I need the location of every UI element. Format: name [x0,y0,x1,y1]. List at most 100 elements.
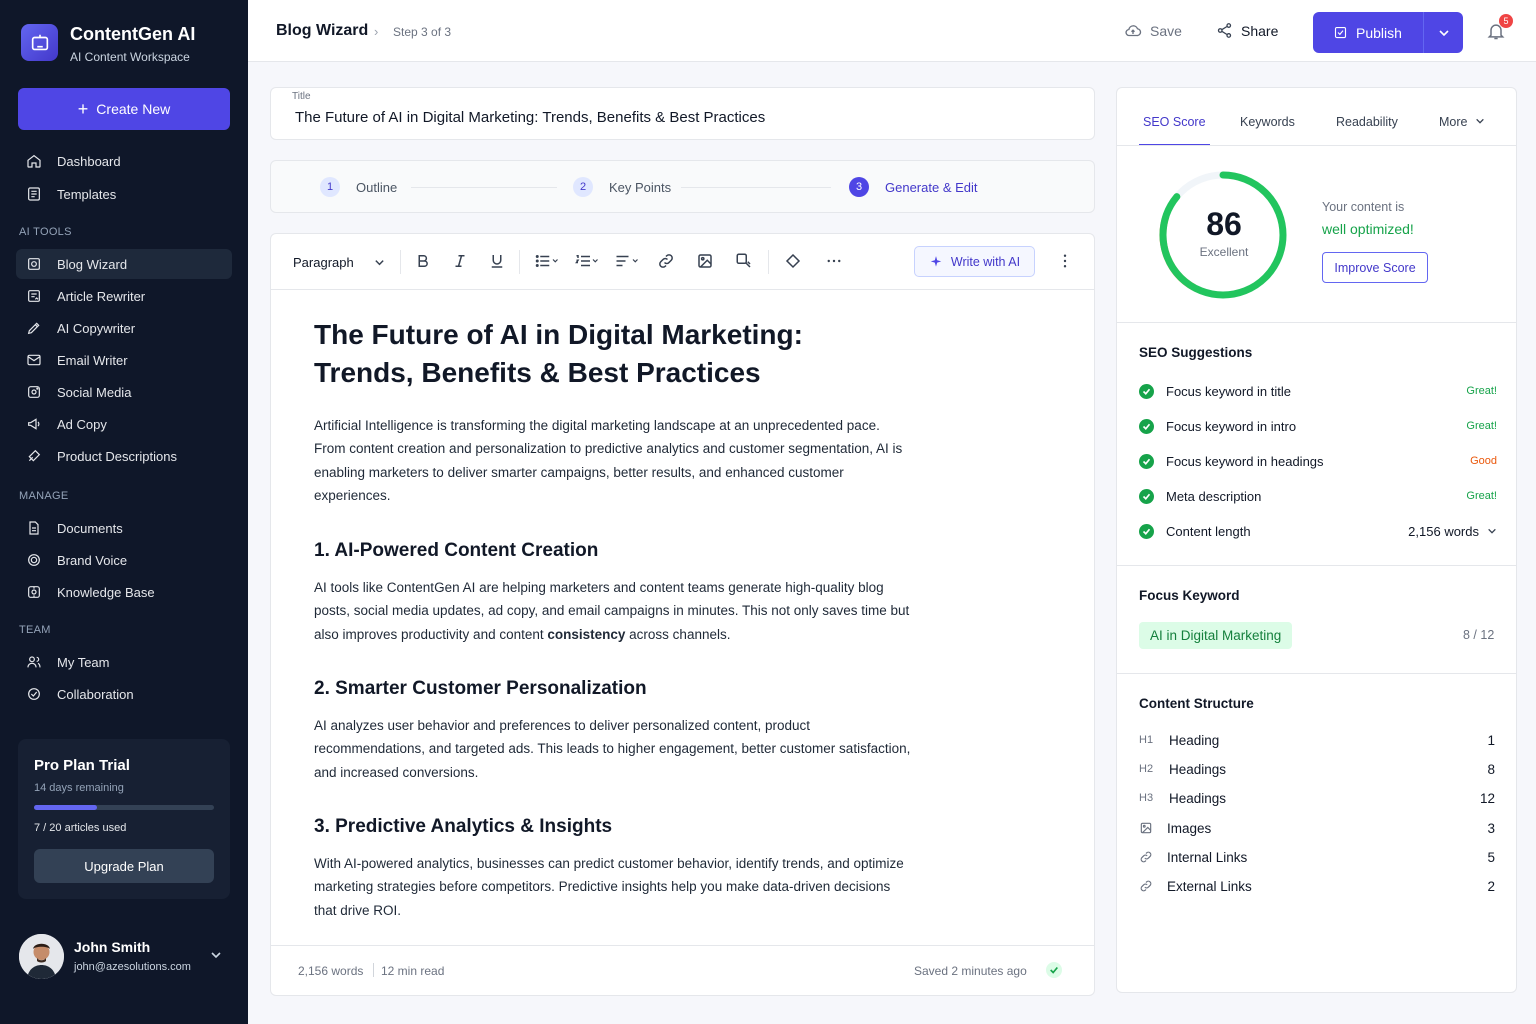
document-intro[interactable]: Artificial Intelligence is transforming … [314,414,914,508]
sidebar-item-collaboration[interactable]: Collaboration [16,679,232,709]
suggestion-item: Focus keyword in intro Great! [1139,416,1497,436]
sidebar-item-email-writer[interactable]: Email Writer [16,345,232,375]
suggestion-label: Focus keyword in intro [1166,418,1297,434]
more-vertical-icon[interactable] [1056,252,1074,275]
section-heading-1[interactable]: 1. AI-Powered Content Creation [314,540,598,562]
sidebar-item-dashboard[interactable]: Dashboard [16,146,232,176]
structure-label: Internal Links [1167,849,1248,865]
sidebar-item-documents[interactable]: Documents [16,513,232,543]
link-icon [1139,850,1167,864]
link-icon[interactable] [657,252,675,275]
step-outline[interactable]: 1 Outline [320,177,397,197]
divider [1117,322,1517,323]
tab-seo-score[interactable]: SEO Score [1143,115,1206,129]
image-icon[interactable] [696,252,714,275]
database-icon [28,586,40,598]
title-input[interactable]: The Future of AI in Digital Marketing: T… [295,109,765,126]
sparkle-link-icon[interactable] [784,252,802,275]
share-icon [1217,23,1232,38]
plan-progress-bar [34,805,214,810]
sidebar-item-ad-copy[interactable]: Ad Copy [16,409,232,439]
section-body-2[interactable]: AI analyzes user behavior and preference… [314,714,914,784]
sidebar-item-label: Article Rewriter [57,288,146,304]
publish-button[interactable]: Publish [1313,12,1463,53]
italic-icon[interactable] [451,252,469,275]
tab-readability[interactable]: Readability [1336,115,1398,129]
more-horizontal-icon[interactable] [825,252,843,275]
chevron-down-icon[interactable] [210,948,222,966]
step-generate-edit[interactable]: 3 Generate & Edit [849,177,978,197]
numbered-list-icon[interactable] [573,252,601,275]
tab-keywords[interactable]: Keywords [1240,115,1295,129]
structure-value: 3 [1487,820,1495,836]
pen-icon [27,322,40,335]
title-field[interactable]: Title The Future of AI in Digital Market… [270,87,1095,140]
chevron-down-icon [1476,118,1484,124]
chevron-down-icon[interactable] [1424,27,1463,39]
ai-image-icon[interactable] [735,252,753,275]
sidebar-item-blog-wizard[interactable]: Blog Wizard [16,249,232,279]
share-label: Share [1241,22,1279,39]
read-time: 12 min read [381,964,445,978]
step-key-points[interactable]: 2 Key Points [573,177,671,197]
blog-icon [28,258,40,270]
plan-days: 14 days remaining [34,782,124,794]
seo-score-label: Excellent [1199,245,1249,259]
document-heading[interactable]: The Future of AI in Digital Marketing: T… [314,316,874,392]
block-type-select[interactable]: Paragraph [293,255,354,270]
sidebar-item-ai-copywriter[interactable]: AI Copywriter [16,313,232,343]
toolbar-divider [400,250,401,274]
user-menu[interactable]: John Smith john@azesolutions.com [18,932,230,980]
seo-panel: SEO Score Keywords Readability More 86 E… [1116,87,1517,993]
sidebar-item-product-descriptions[interactable]: Product Descriptions [16,441,232,471]
sidebar-item-social-media[interactable]: Social Media [16,377,232,407]
save-button[interactable]: Save [1124,22,1182,40]
structure-value: 2 [1487,878,1495,894]
tag-icon [28,449,41,462]
sidebar-item-brand-voice[interactable]: Brand Voice [16,545,232,575]
section-heading-3[interactable]: 3. Predictive Analytics & Insights [314,816,612,838]
suggestion-item[interactable]: Content length 2,156 words [1139,521,1497,541]
structure-row: External Links 2 [1139,876,1495,896]
create-new-button[interactable]: + Create New [18,88,230,130]
sidebar-item-templates[interactable]: Templates [16,179,232,209]
sidebar-item-my-team[interactable]: My Team [16,647,232,677]
footer-divider [373,963,374,977]
check-icon [1046,962,1062,978]
top-bar: Blog Wizard › Step 3 of 3 Save Share Pub… [248,0,1536,62]
section-body-1[interactable]: AI tools like ContentGen AI are helping … [314,576,914,646]
publish-main[interactable]: Publish [1313,12,1423,53]
suggestion-label: Focus keyword in headings [1166,453,1324,469]
focus-keyword-badge[interactable]: AI in Digital Marketing [1139,622,1293,649]
structure-label: Headings [1169,761,1227,777]
tab-more[interactable]: More [1439,115,1485,129]
sidebar-item-knowledge-base[interactable]: Knowledge Base [16,577,232,607]
cloud-icon [1125,25,1142,37]
section-label-team: TEAM [19,624,51,636]
breadcrumb-step: Step 3 of 3 [393,25,452,39]
bold-icon[interactable] [414,252,432,275]
write-with-ai-button[interactable]: Write with AI [914,246,1035,277]
chevron-down-icon[interactable] [374,255,385,273]
section-heading-2[interactable]: 2. Smarter Customer Personalization [314,678,647,700]
check-icon [1139,523,1154,539]
suggestion-item: Focus keyword in headings Good [1139,451,1497,471]
align-icon[interactable] [613,252,641,275]
sidebar-item-label: Knowledge Base [57,584,155,600]
underline-icon[interactable] [488,252,506,275]
chevron-down-icon[interactable] [1487,526,1497,536]
sidebar-item-label: AI Copywriter [57,320,136,336]
bullet-list-icon[interactable] [533,252,561,275]
share-button[interactable]: Share [1216,22,1278,39]
section-body-3[interactable]: With AI-powered analytics, businesses ca… [314,852,914,922]
structure-label: External Links [1167,878,1252,894]
sidebar-item-article-rewriter[interactable]: Article Rewriter [16,281,232,311]
structure-row: H3 Headings 12 [1139,788,1495,808]
upgrade-plan-button[interactable]: Upgrade Plan [34,849,214,883]
step-connector [411,187,557,188]
structure-label: Heading [1169,732,1220,748]
section-label-ai-tools: AI TOOLS [19,226,72,238]
app-name: ContentGen AI [70,24,196,44]
improve-score-button[interactable]: Improve Score [1322,252,1428,283]
sidebar-item-label: Templates [57,186,117,202]
